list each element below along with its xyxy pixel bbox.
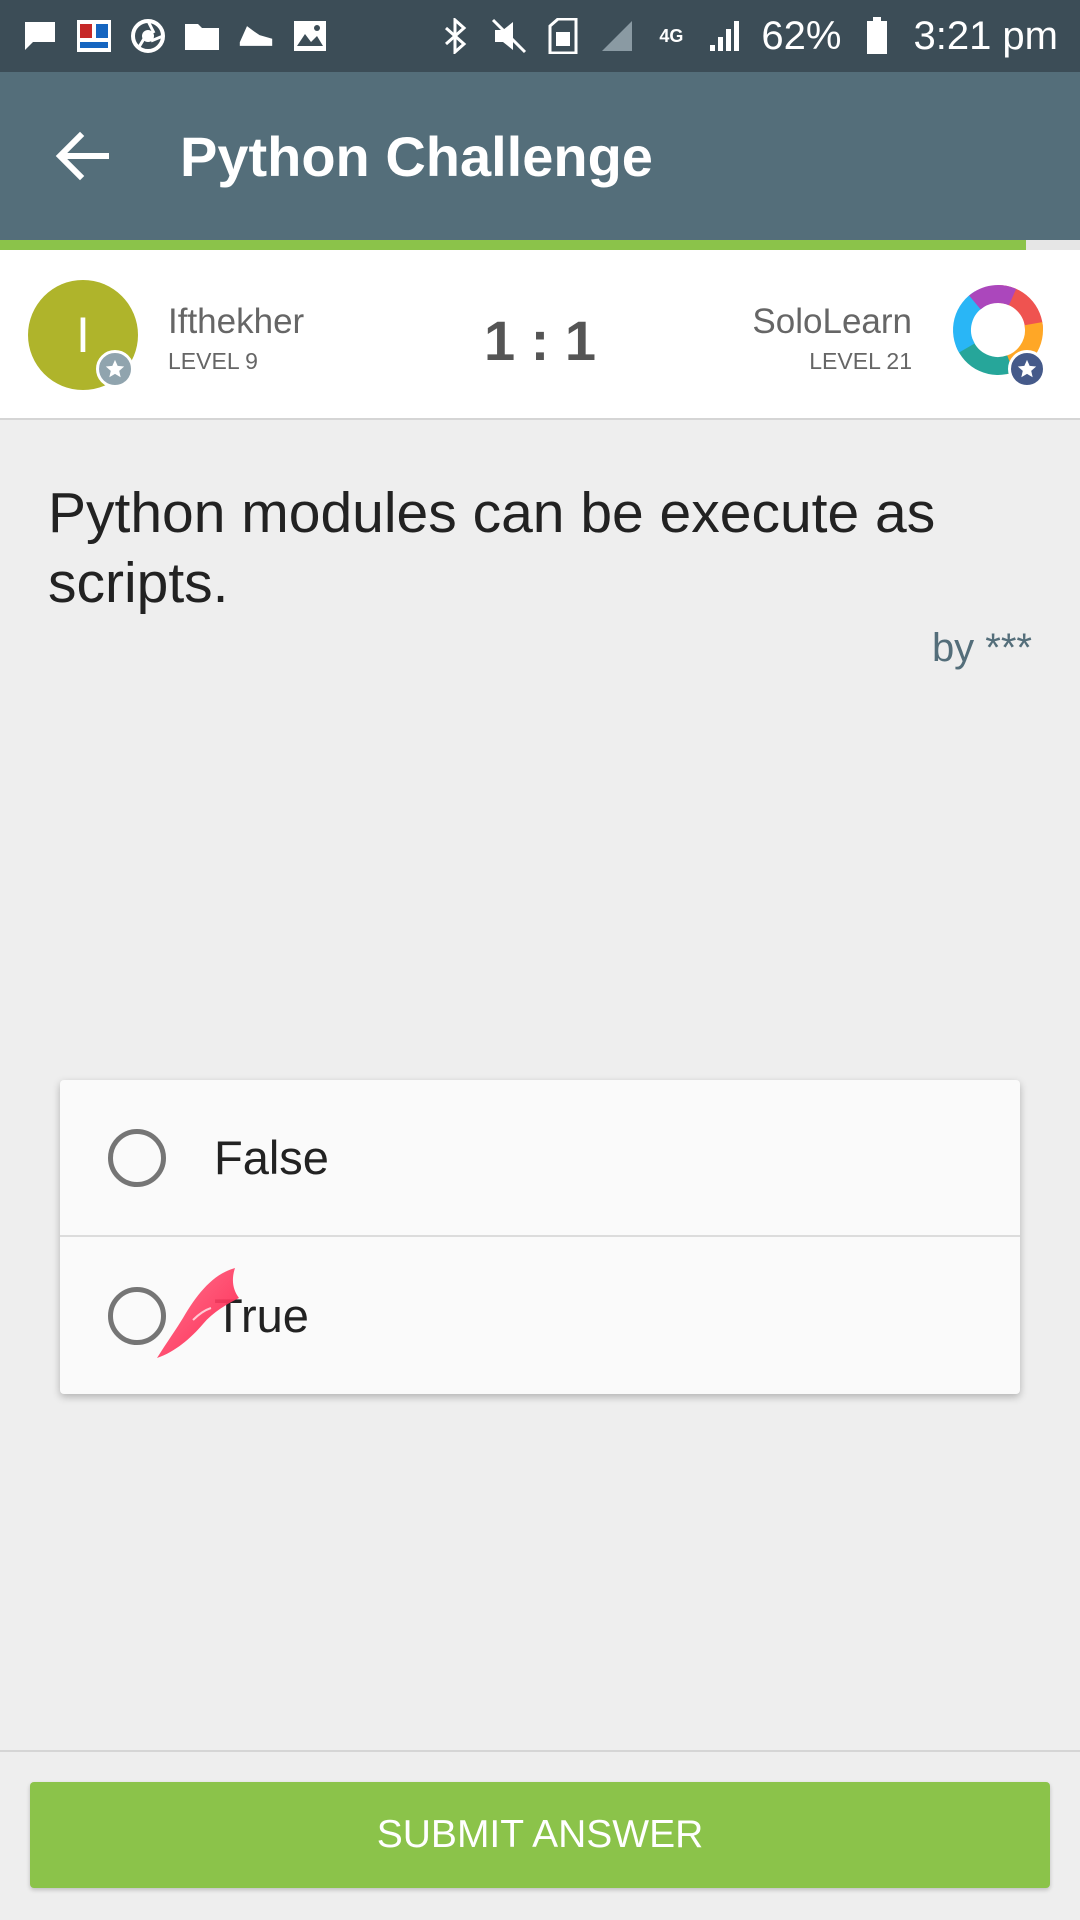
status-left-icons <box>22 18 328 54</box>
score: 1 : 1 <box>483 309 597 372</box>
clock: 3:21 pm <box>913 13 1058 58</box>
battery-percent: 62% <box>761 13 842 58</box>
bottom-divider <box>0 1750 1080 1752</box>
data-4g-icon: 4G <box>653 18 689 54</box>
challenge-progress-bar <box>0 240 1080 250</box>
signal-icon <box>599 18 635 54</box>
folder-icon <box>184 18 220 54</box>
back-button[interactable] <box>40 114 124 198</box>
answer-option-label: False <box>214 1131 329 1184</box>
arrow-back-icon <box>55 131 109 181</box>
sim-icon <box>545 18 581 54</box>
signal-bars-icon <box>707 18 743 54</box>
answer-options-card: False True <box>60 1080 1020 1394</box>
message-icon <box>22 18 58 54</box>
player-left-initial: I <box>76 307 90 363</box>
player-right-level: LEVEL 21 <box>809 348 912 374</box>
bookmark-app-icon <box>76 18 112 54</box>
challenge-progress-fill <box>0 240 1026 250</box>
network-type-label: 4G <box>659 25 684 46</box>
player-right-name: SoloLearn <box>752 302 912 341</box>
question-author: by *** <box>931 626 1032 670</box>
player-left-name: Ifthekher <box>168 302 305 341</box>
question-text: Python modules can be execute as scripts… <box>48 481 936 615</box>
players-header: I Ifthekher LEVEL 9 1 : 1 SoloLearn LEVE… <box>0 250 1080 420</box>
check-mark-icon <box>157 1267 239 1358</box>
battery-icon <box>859 17 895 54</box>
star-icon <box>1008 350 1046 388</box>
radio-button[interactable] <box>108 1267 239 1358</box>
answer-option-false[interactable]: False <box>60 1080 1020 1237</box>
shoe-icon <box>238 18 274 54</box>
star-icon <box>96 350 134 388</box>
status-bar: 4G 62% 3:21 pm <box>0 0 1080 72</box>
mute-icon <box>491 18 527 54</box>
bluetooth-icon <box>437 18 473 54</box>
submit-answer-button[interactable]: SUBMIT ANSWER <box>30 1782 1050 1888</box>
aperture-icon <box>130 18 166 54</box>
answer-option-true[interactable]: True <box>60 1237 1020 1394</box>
status-right-icons: 4G 62% 3:21 pm <box>437 14 1058 59</box>
radio-button[interactable] <box>108 1128 166 1187</box>
app-bar: Python Challenge <box>0 72 1080 240</box>
image-icon <box>292 18 328 54</box>
page-title: Python Challenge <box>180 124 653 188</box>
player-left-level: LEVEL 9 <box>168 348 258 374</box>
